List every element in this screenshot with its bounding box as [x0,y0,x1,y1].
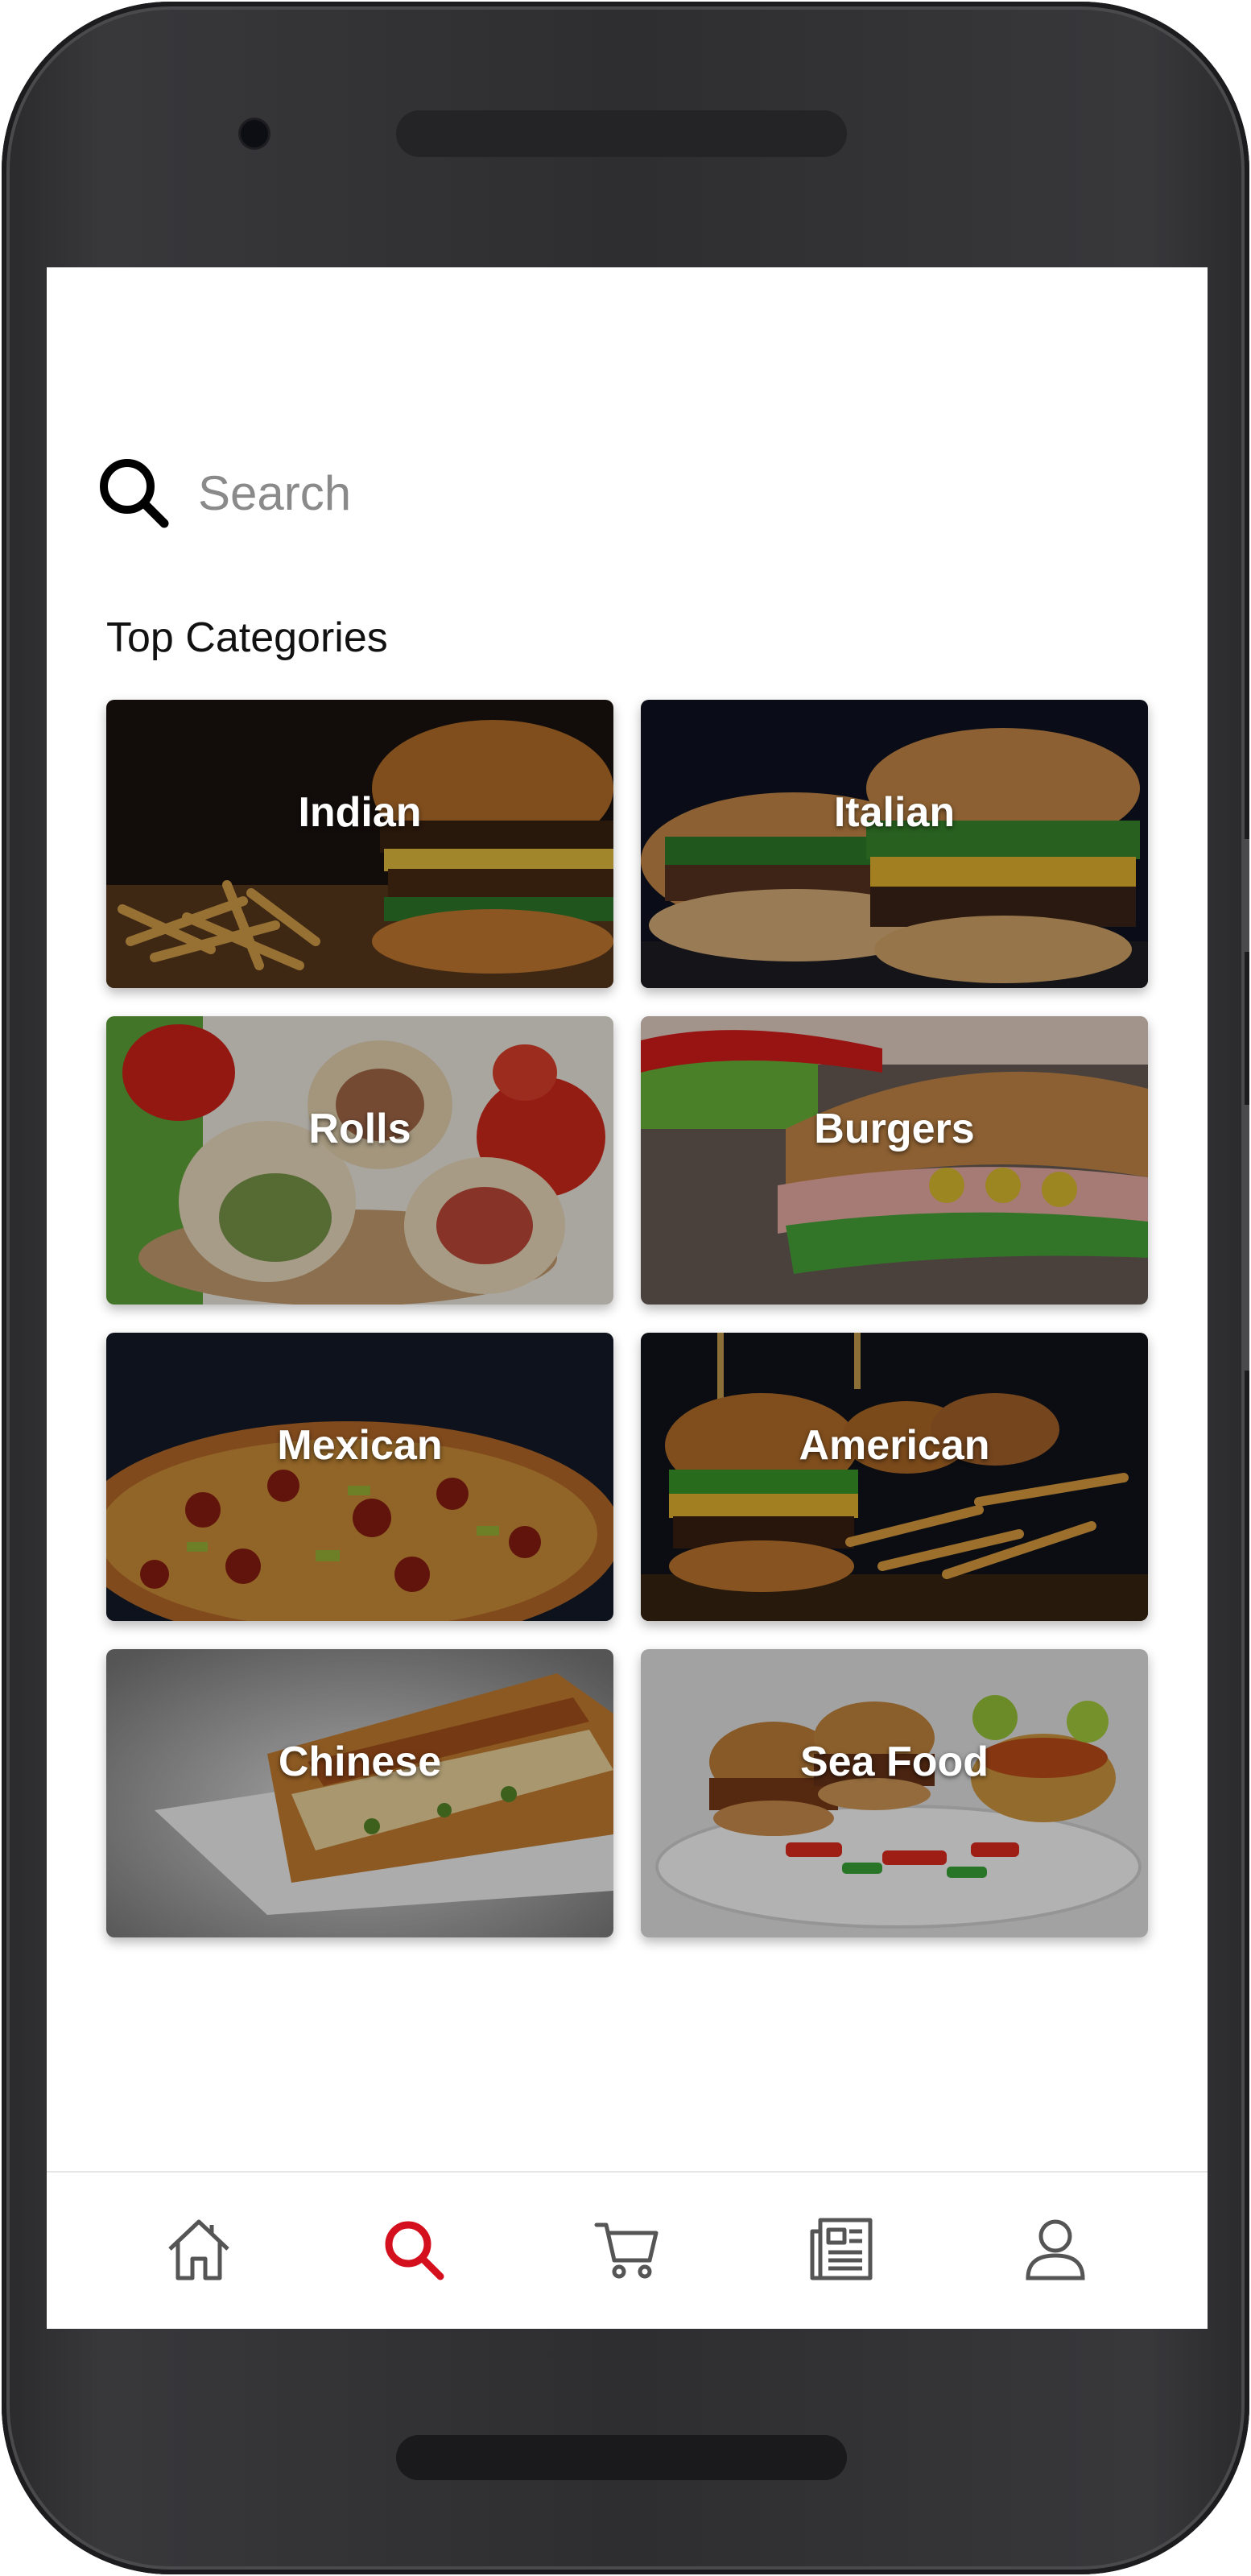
volume-button [1241,839,1249,952]
front-camera [241,120,268,147]
earpiece-speaker [396,110,847,157]
news-icon [807,2215,875,2287]
nav-search[interactable] [369,2206,457,2295]
category-card-burgers[interactable]: Burgers [641,1016,1148,1305]
category-label: Chinese [278,1739,442,1785]
category-label: Italian [833,789,956,836]
photo-overlay [106,1649,613,1937]
category-card-chinese[interactable]: Chinese [106,1649,613,1937]
cart-icon [593,2215,661,2287]
power-button [1241,1105,1249,1371]
photo-overlay [641,700,1148,988]
photo-overlay [641,1333,1148,1621]
home-bar [396,2435,847,2480]
search-bar[interactable] [95,453,1158,533]
photo-overlay [106,1016,613,1305]
nav-cart[interactable] [583,2206,671,2295]
category-card-mexican[interactable]: Mexican [106,1333,613,1621]
search-input[interactable] [196,457,1082,529]
app-screen: Top Categories [47,267,1208,2329]
phone-frame: Top Categories [2,2,1249,2574]
category-card-american[interactable]: American [641,1333,1148,1621]
search-icon [95,454,172,531]
photo-overlay [641,1649,1148,1937]
category-card-indian[interactable]: Indian [106,700,613,988]
category-label: Sea Food [799,1739,989,1785]
photo-overlay [641,1016,1148,1305]
category-label: Indian [298,789,422,836]
category-label: Rolls [308,1106,411,1152]
nav-home[interactable] [155,2206,243,2295]
profile-icon [1022,2215,1089,2287]
category-grid: Indian Italian Rolls Burgers Mexican Ame… [106,700,1148,1937]
photo-overlay [106,700,613,988]
category-card-sea-food[interactable]: Sea Food [641,1649,1148,1937]
bottom-navigation [47,2171,1208,2329]
category-label: American [799,1422,990,1469]
category-card-italian[interactable]: Italian [641,700,1148,988]
category-card-rolls[interactable]: Rolls [106,1016,613,1305]
search-icon [379,2215,447,2287]
section-title: Top Categories [106,614,388,661]
nav-profile[interactable] [1011,2206,1100,2295]
photo-overlay [106,1333,613,1621]
nav-news[interactable] [797,2206,886,2295]
category-label: Mexican [277,1422,443,1469]
home-icon [165,2215,233,2287]
category-label: Burgers [814,1106,975,1152]
